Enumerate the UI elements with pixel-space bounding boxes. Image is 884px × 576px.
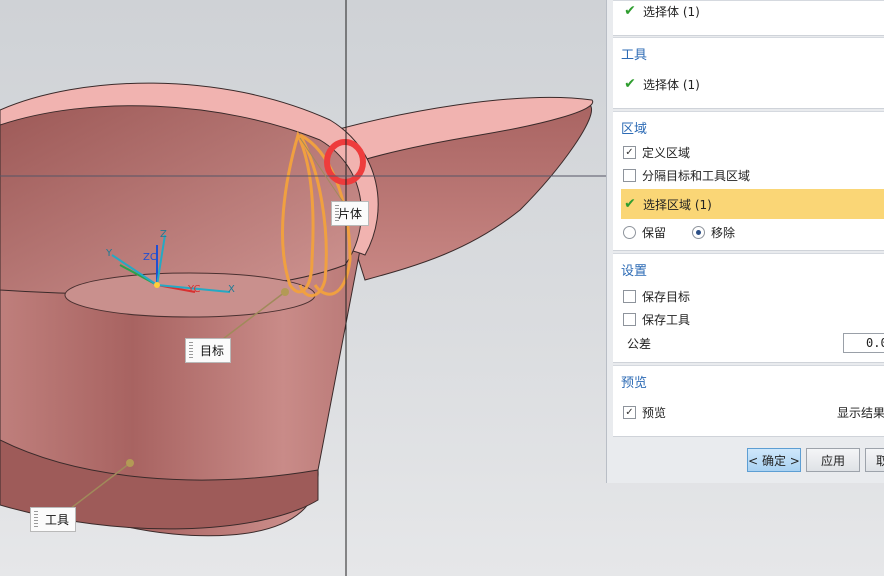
tool-group: 工具 ✔ 选择体 (1) <box>613 37 884 109</box>
cancel-button-label: 取 <box>876 452 884 469</box>
keep-target-option[interactable]: 保存目标 <box>623 286 690 306</box>
target-leader-dot <box>281 288 289 296</box>
keep-tool-label: 保存工具 <box>642 312 691 327</box>
preview-group-title[interactable]: 预览 <box>621 372 647 391</box>
keep-radio[interactable] <box>623 225 636 239</box>
checkmark-icon: ✔ <box>624 196 636 212</box>
show-result-button[interactable]: 显示结果 <box>837 402 884 422</box>
separate-regions-checkbox[interactable] <box>623 168 636 182</box>
target-select-body[interactable]: ✔ 选择体 (1) <box>623 1 700 21</box>
define-region-option[interactable]: ✓ 定义区域 <box>623 142 690 162</box>
select-region-label: 选择区域 (1) <box>643 197 712 212</box>
csys-label-z: Z <box>160 229 167 240</box>
select-region-content[interactable]: ✔ 选择区域 (1) <box>623 194 712 214</box>
cancel-button[interactable]: 取 <box>865 448 884 472</box>
tool-group-title[interactable]: 工具 <box>621 44 647 63</box>
checkmark-icon: ✔ <box>624 76 636 92</box>
tool-select-body[interactable]: ✔ 选择体 (1) <box>623 74 700 94</box>
tool-label: 工具 <box>45 513 70 527</box>
define-region-label: 定义区域 <box>642 145 691 160</box>
keep-label: 保留 <box>642 225 667 240</box>
remove-label: 移除 <box>711 225 736 240</box>
ok-button-label: < 确定 > <box>748 453 800 468</box>
trim-body-dialog: ✔ 选择体 (1) 工具 ✔ 选择体 (1) 区域 ✓ 定义区域 分隔目标和工具… <box>606 0 884 483</box>
tool-select-label: 选择体 (1) <box>643 77 700 92</box>
tool-callout: 工具 <box>30 507 77 532</box>
show-result-label: 显示结果 <box>837 405 884 420</box>
checkmark-icon: ✔ <box>624 3 636 19</box>
keep-remove-options: 保留 移除 <box>623 222 735 242</box>
target-label: 目标 <box>200 344 225 358</box>
target-group: ✔ 选择体 (1) <box>613 0 884 36</box>
preview-group: 预览 ✓ 预览 显示结果 <box>613 365 884 437</box>
settings-group: 设置 保存目标 保存工具 公差 0.0 <box>613 253 884 363</box>
define-region-checkbox[interactable]: ✓ <box>623 145 636 159</box>
tool-leader-dot <box>126 459 134 467</box>
tolerance-row: 公差 <box>627 333 651 353</box>
apply-button[interactable]: 应用 <box>806 448 860 472</box>
target-callout: 目标 <box>185 338 232 363</box>
keep-tool-option[interactable]: 保存工具 <box>623 309 690 329</box>
csys-label-yc: YC <box>187 284 201 295</box>
region-group-title[interactable]: 区域 <box>621 118 647 137</box>
target-select-label: 选择体 (1) <box>643 4 700 19</box>
sheet-body-callout: 片体 <box>331 201 370 226</box>
keep-target-checkbox[interactable] <box>623 289 636 303</box>
apply-button-label: 应用 <box>820 453 845 468</box>
preview-checkbox[interactable]: ✓ <box>623 405 636 419</box>
settings-group-title[interactable]: 设置 <box>621 260 647 279</box>
remove-radio[interactable] <box>692 225 706 239</box>
tolerance-input[interactable]: 0.0 <box>843 333 884 353</box>
tolerance-label: 公差 <box>627 336 652 351</box>
csys-label-x: X <box>228 284 235 295</box>
keep-tool-checkbox[interactable] <box>623 312 636 326</box>
separate-regions-option[interactable]: 分隔目标和工具区域 <box>623 165 750 185</box>
preview-label: 预览 <box>642 405 667 420</box>
csys-label-zc: ZC <box>143 252 157 263</box>
csys-label-y: Y <box>105 248 113 259</box>
separate-regions-label: 分隔目标和工具区域 <box>642 168 751 183</box>
sheet-body-label: 片体 <box>338 207 363 221</box>
region-group: 区域 ✓ 定义区域 分隔目标和工具区域 ✔ 选择区域 (1) 保留 移除 <box>613 111 884 251</box>
keep-target-label: 保存目标 <box>642 289 691 304</box>
preview-option[interactable]: ✓ 预览 <box>623 402 666 422</box>
cup-inner-floor <box>64 272 316 318</box>
ok-button[interactable]: < 确定 > <box>747 448 801 472</box>
